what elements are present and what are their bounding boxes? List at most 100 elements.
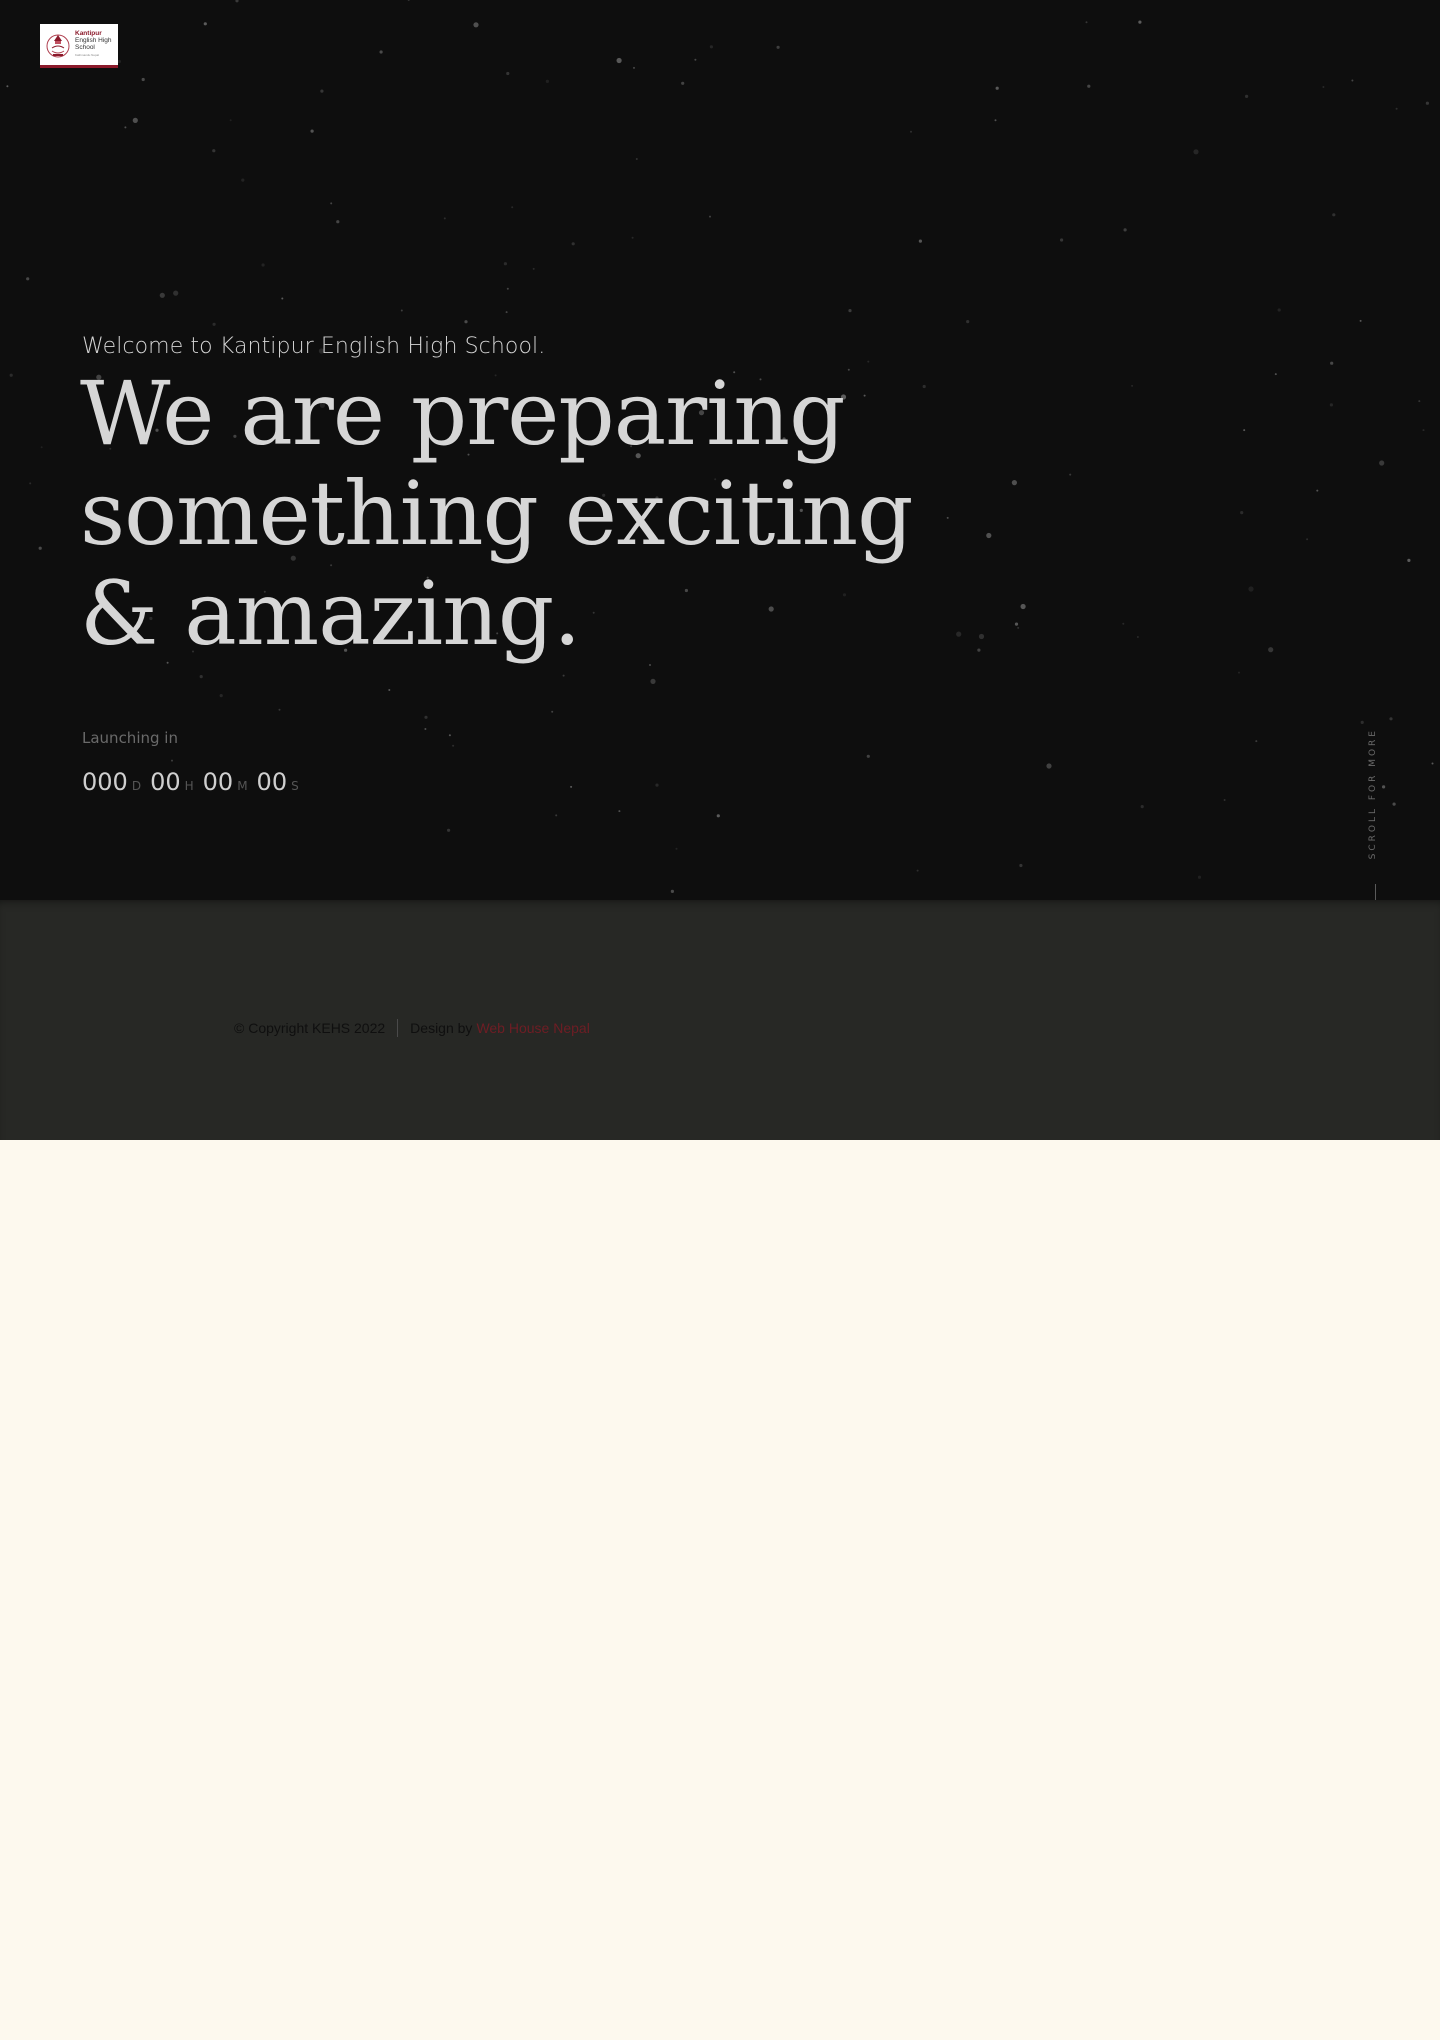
star-dot <box>570 785 573 788</box>
countdown-seconds-unit: S <box>291 779 299 793</box>
star-dot <box>649 664 651 666</box>
star-dot <box>511 206 514 209</box>
star-dot <box>1360 720 1364 725</box>
star-dot <box>1268 647 1274 653</box>
star-dot <box>1425 101 1429 105</box>
star-dot <box>320 89 324 93</box>
scroll-for-more[interactable]: SCROLL FOR MORE <box>1366 728 1380 868</box>
scroll-indicator-line <box>1375 884 1376 900</box>
star-dot <box>261 263 265 267</box>
star-dot <box>866 754 870 758</box>
star-dot <box>1240 510 1244 515</box>
star-dot <box>545 79 550 83</box>
star-dot <box>38 546 42 550</box>
star-dot <box>1087 84 1091 88</box>
star-dot <box>473 22 479 28</box>
star-dot <box>1359 319 1362 322</box>
star-dot <box>551 710 554 713</box>
star-dot <box>1422 429 1425 432</box>
star-dot <box>1131 384 1134 387</box>
star-dot <box>1245 94 1249 98</box>
star-dot <box>1277 308 1281 312</box>
star-dot <box>1085 21 1088 24</box>
star-dot <box>571 242 575 246</box>
star-dot <box>1392 802 1396 806</box>
star-dot <box>1014 622 1019 626</box>
star-dot <box>635 158 638 160</box>
logo-line-4: Kathmandu Nepal <box>75 53 100 57</box>
copyright-text: © Copyright KEHS 2022 <box>234 1020 386 1036</box>
star-dot <box>400 309 403 312</box>
star-dot <box>171 759 173 762</box>
star-dot <box>124 126 127 129</box>
welcome-text: Welcome to Kantipur English High School. <box>82 334 546 359</box>
star-dot <box>29 482 32 485</box>
star-dot <box>1329 403 1333 407</box>
star-dot <box>452 744 455 747</box>
star-dot <box>694 58 697 61</box>
star-dot <box>379 50 383 54</box>
star-dot <box>1017 626 1020 629</box>
star-dot <box>505 311 508 314</box>
star-dot <box>848 309 852 313</box>
star-dot <box>650 678 656 685</box>
star-dot <box>229 119 232 122</box>
star-dot <box>986 532 992 539</box>
footer-divider <box>397 1019 399 1037</box>
star-dot <box>26 277 30 281</box>
site-logo[interactable]: Kantipur English High School Kathmandu N… <box>40 24 118 68</box>
star-dot <box>1069 473 1072 476</box>
star-dot <box>1223 799 1226 801</box>
star-dot <box>994 119 997 122</box>
star-dot <box>532 267 535 270</box>
star-dot <box>1379 460 1385 466</box>
countdown-hours: 00 <box>150 768 181 796</box>
star-dot <box>1382 785 1386 789</box>
countdown-minutes: 00 <box>202 768 234 796</box>
countdown-days-unit: D <box>131 779 142 793</box>
star-dot <box>1332 213 1336 217</box>
star-dot <box>1060 238 1064 242</box>
star-dot <box>1140 805 1144 809</box>
star-dot <box>212 322 216 326</box>
star-dot <box>235 0 239 3</box>
star-dot <box>388 689 391 691</box>
star-dot <box>212 149 216 153</box>
headline-line-3: & amazing. <box>80 562 581 665</box>
star-dot <box>675 847 678 850</box>
star-dot <box>616 57 622 64</box>
page-headline: We are preparing something exciting & am… <box>80 364 980 664</box>
star-dot <box>1322 86 1325 88</box>
headline-line-1: We are preparing <box>80 362 845 465</box>
star-dot <box>424 728 427 730</box>
star-dot <box>681 81 685 85</box>
star-dot <box>1197 875 1202 879</box>
star-dot <box>464 320 468 324</box>
star-dot <box>1243 429 1246 432</box>
star-dot <box>219 694 223 698</box>
star-dot <box>1123 228 1127 232</box>
hero-section: Kantipur English High School Kathmandu N… <box>0 0 1440 900</box>
star-dot <box>655 783 659 787</box>
star-dot <box>173 290 179 296</box>
countdown-hours-unit: H <box>184 779 194 793</box>
star-dot <box>506 287 509 290</box>
star-dot <box>1389 717 1393 721</box>
star-dot <box>1274 373 1277 376</box>
design-by-label: Design by <box>410 1020 473 1036</box>
logo-line-2: English High <box>75 37 112 44</box>
star-dot <box>716 814 720 818</box>
star-dot <box>918 239 923 243</box>
star-dot <box>910 130 912 133</box>
star-dot <box>40 446 43 449</box>
star-dot <box>1248 586 1254 592</box>
star-dot <box>995 86 999 90</box>
logo-line-3: School <box>75 44 95 51</box>
star-dot <box>633 66 635 69</box>
star-dot <box>1122 622 1125 625</box>
star-dot <box>199 675 203 679</box>
design-credit-link[interactable]: Web House Nepal <box>476 1020 589 1036</box>
logo-text: Kantipur English High School Kathmandu N… <box>75 30 112 59</box>
star-dot <box>117 59 121 64</box>
star-dot <box>503 262 507 266</box>
